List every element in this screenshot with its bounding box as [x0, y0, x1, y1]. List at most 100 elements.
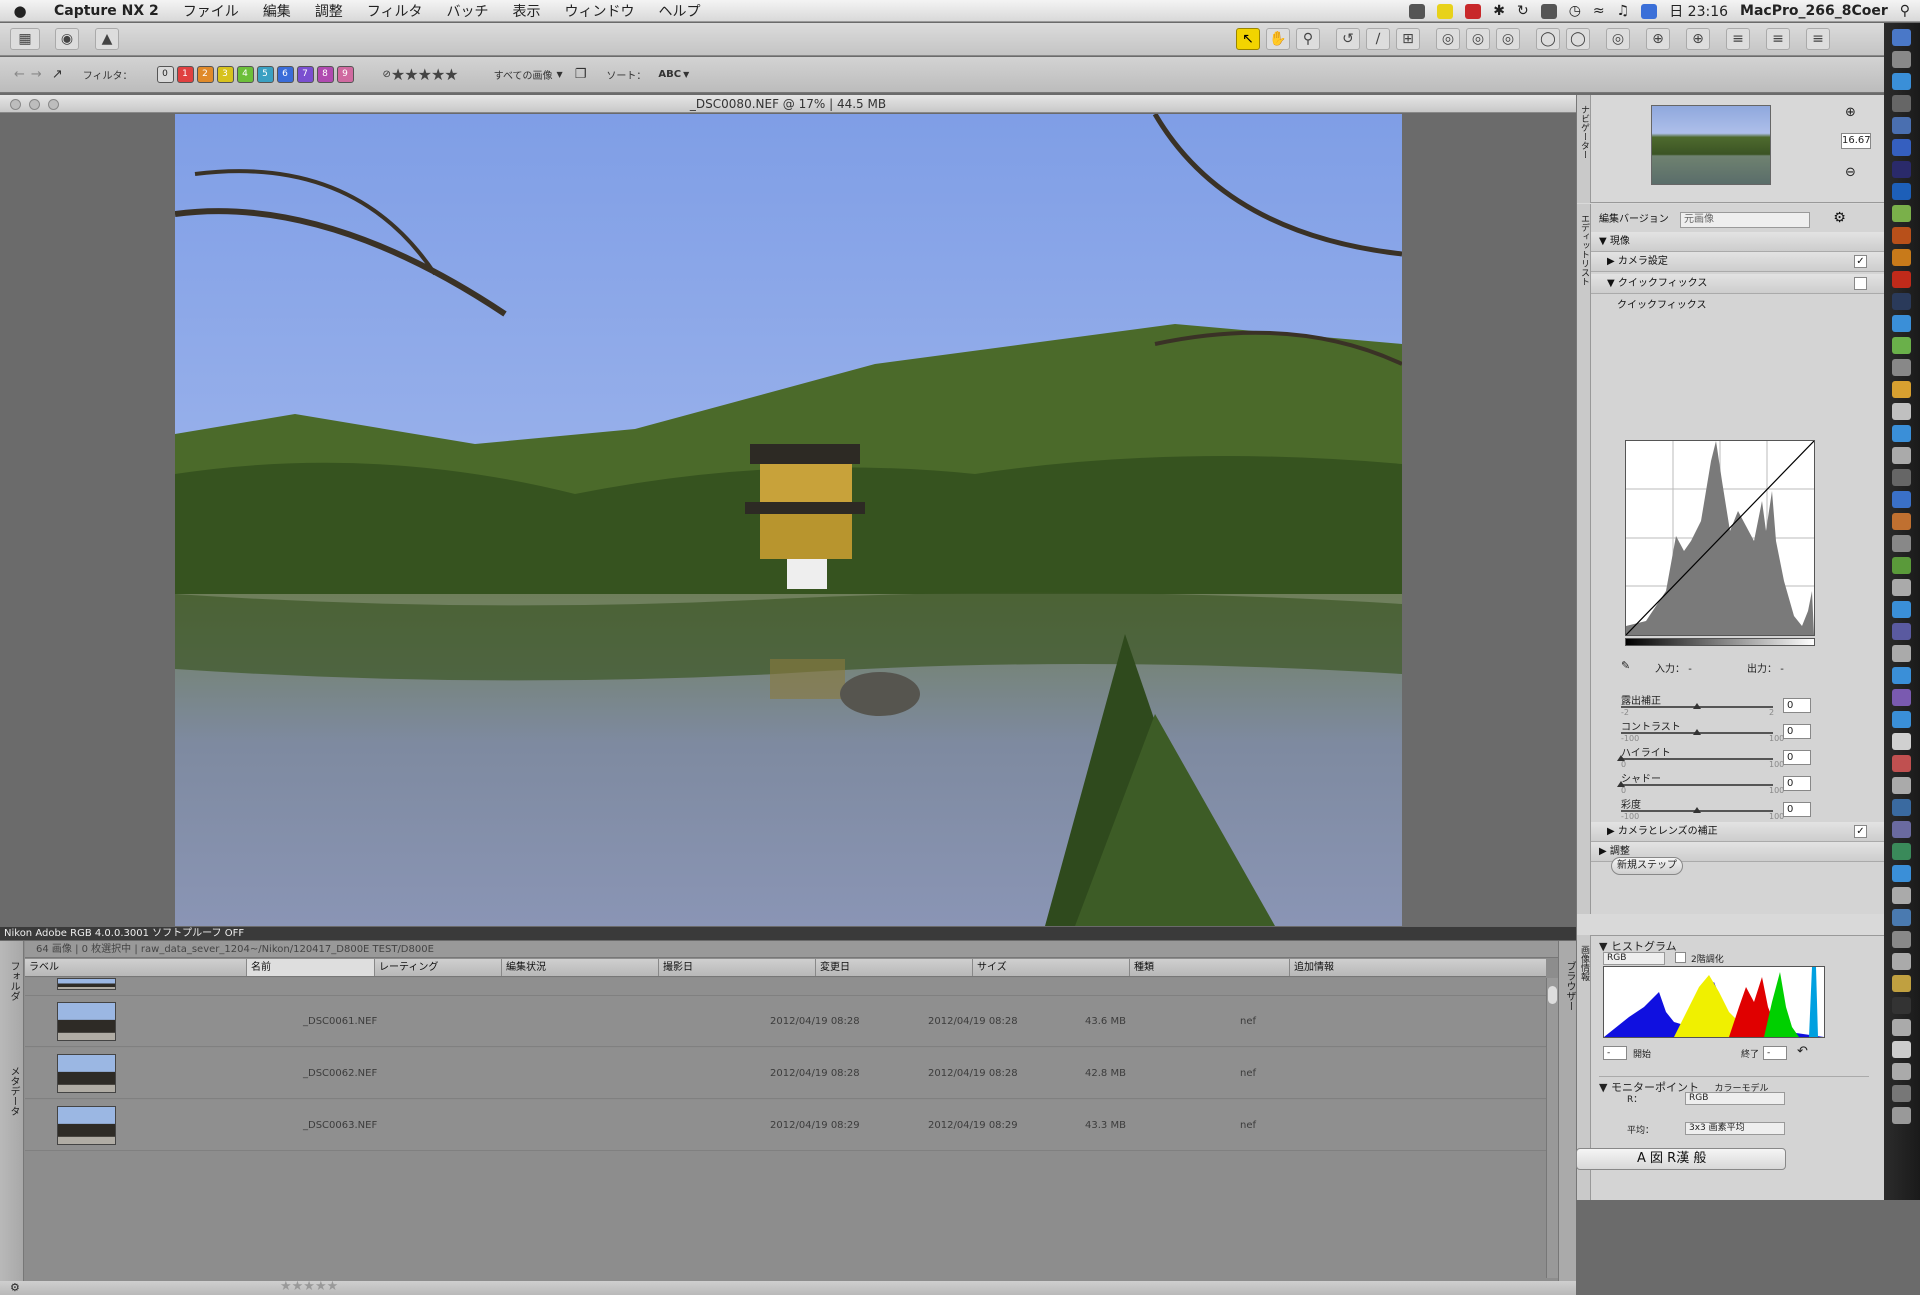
dock-app-icon[interactable]: [1892, 865, 1911, 882]
dock-app-icon[interactable]: [1892, 95, 1911, 112]
camera-settings-checkbox[interactable]: ✓: [1854, 255, 1867, 268]
dock-app-icon[interactable]: [1892, 139, 1911, 156]
dock-app-icon[interactable]: [1892, 271, 1911, 288]
dock-app-icon[interactable]: [1892, 799, 1911, 816]
zoom-field[interactable]: 16.67: [1841, 133, 1871, 149]
row-thumbnail[interactable]: [57, 1054, 116, 1093]
open-icon[interactable]: ↗: [52, 67, 63, 82]
brightness-tool-icon[interactable]: ≡: [1806, 28, 1830, 50]
metadata-tab[interactable]: メタデータ: [6, 1066, 21, 1116]
dock-app-icon[interactable]: [1892, 491, 1911, 508]
dock-app-icon[interactable]: [1892, 733, 1911, 750]
histogram-channel-select[interactable]: RGB: [1603, 952, 1665, 965]
section-camera-lens[interactable]: ▶ カメラとレンズの補正 ✓: [1591, 822, 1885, 842]
output-gradient[interactable]: [1625, 638, 1815, 646]
dock-app-icon[interactable]: [1892, 1085, 1911, 1102]
dock-app-icon[interactable]: [1892, 1063, 1911, 1080]
dock-app-icon[interactable]: [1892, 1041, 1911, 1058]
clock-icon[interactable]: ◷: [1569, 3, 1581, 19]
no-rating-icon[interactable]: ⊘: [383, 69, 391, 80]
table-row[interactable]: _DSC0061.NEF 2012/04/19 08:28 2012/04/19…: [25, 996, 1546, 1047]
dock-app-icon[interactable]: [1892, 579, 1911, 596]
camera-lens-checkbox[interactable]: ✓: [1854, 825, 1867, 838]
lasso-tool-icon[interactable]: ◯: [1566, 28, 1590, 50]
dock-app-icon[interactable]: [1892, 161, 1911, 178]
table-row[interactable]: _DSC0063.NEF 2012/04/19 08:29 2012/04/19…: [25, 1100, 1546, 1151]
label-filter-0[interactable]: 0: [156, 66, 174, 83]
end-field[interactable]: -: [1763, 1046, 1787, 1060]
color-model-select[interactable]: RGB: [1685, 1092, 1785, 1105]
dock-app-icon[interactable]: [1892, 755, 1911, 772]
dock-app-icon[interactable]: [1892, 337, 1911, 354]
dock-app-icon[interactable]: [1892, 909, 1911, 926]
posterize-checkbox[interactable]: [1675, 952, 1686, 963]
slider-value-field[interactable]: 0: [1783, 750, 1811, 765]
navigator-thumbnail[interactable]: [1651, 105, 1771, 185]
menu-view[interactable]: 表示: [501, 1, 553, 21]
section-quick-fix[interactable]: ▼ クイックフィックス: [1591, 274, 1885, 294]
start-field[interactable]: -: [1603, 1046, 1627, 1060]
eyedropper-icon[interactable]: ✎: [1621, 659, 1630, 672]
dock-app-icon[interactable]: [1892, 447, 1911, 464]
dock-app-icon[interactable]: [1892, 249, 1911, 266]
slider-value-field[interactable]: 0: [1783, 776, 1811, 791]
slider-track[interactable]: [1621, 758, 1773, 760]
table-row[interactable]: _DSC0062.NEF 2012/04/19 08:28 2012/04/19…: [25, 1048, 1546, 1099]
dock-app-icon[interactable]: [1892, 513, 1911, 530]
menu-help[interactable]: ヘルプ: [647, 1, 713, 21]
dock-app-icon[interactable]: [1892, 29, 1911, 46]
color-point-icon[interactable]: ◎: [1496, 28, 1520, 50]
dock-app-icon[interactable]: [1892, 997, 1911, 1014]
dock-app-icon[interactable]: [1892, 381, 1911, 398]
zoom-tool-icon[interactable]: ⚲: [1296, 28, 1320, 50]
chevron-down-icon[interactable]: ▼: [557, 70, 563, 79]
sort-select[interactable]: ABC: [658, 69, 681, 80]
dock-app-icon[interactable]: [1892, 117, 1911, 134]
input-method-icon[interactable]: [1641, 3, 1658, 19]
browser-tab[interactable]: ブラウザー: [1562, 961, 1577, 1011]
row-thumbnail[interactable]: [57, 1002, 116, 1041]
section-develop[interactable]: ▼ 現像: [1591, 232, 1885, 252]
column-modified-date[interactable]: 変更日: [816, 959, 973, 976]
forward-arrow-icon[interactable]: →: [31, 67, 42, 82]
dock-app-icon[interactable]: [1892, 975, 1911, 992]
label-filter-3[interactable]: 3: [216, 66, 234, 83]
zoom-out-icon[interactable]: ⊖: [1845, 165, 1856, 180]
settings-gear-icon[interactable]: ⚙: [1833, 210, 1846, 226]
row-thumbnail[interactable]: [57, 978, 116, 990]
hand-tool-icon[interactable]: ✋: [1266, 28, 1290, 50]
sync-icon[interactable]: [1409, 3, 1426, 19]
menu-window[interactable]: ウィンドウ: [553, 1, 647, 21]
dock-app-icon[interactable]: [1892, 293, 1911, 310]
image-info-tab[interactable]: 画像情報: [1578, 945, 1591, 981]
user-name[interactable]: MacPro_266_8Coer: [1740, 3, 1888, 19]
dock-app-icon[interactable]: [1892, 51, 1911, 68]
control-point-icon[interactable]: ⊕: [1646, 28, 1670, 50]
reset-icon[interactable]: ↶: [1797, 1044, 1808, 1059]
browser-toggle-icon[interactable]: ▦: [10, 28, 40, 50]
bluetooth-icon[interactable]: ✱: [1493, 3, 1505, 19]
app-status-icon[interactable]: [1465, 3, 1482, 19]
bottom-rating-stars[interactable]: ★★★★★: [280, 1279, 338, 1294]
menu-edit[interactable]: 編集: [251, 1, 303, 21]
zoom-in-icon[interactable]: ⊕: [1845, 105, 1856, 120]
menu-filter[interactable]: フィルタ: [355, 1, 435, 21]
column-label[interactable]: ラベル: [25, 959, 247, 976]
dock-app-icon[interactable]: [1892, 205, 1911, 222]
menu-adjust[interactable]: 調整: [303, 1, 355, 21]
dock-app-icon[interactable]: [1892, 843, 1911, 860]
dock-app-icon[interactable]: [1892, 557, 1911, 574]
app-menu[interactable]: Capture NX 2: [40, 3, 171, 19]
column-extra-info[interactable]: 追加情報: [1290, 959, 1546, 976]
slider-knob[interactable]: [1693, 703, 1701, 709]
rotate-tool-icon[interactable]: ↺: [1336, 28, 1360, 50]
slider-value-field[interactable]: 0: [1783, 698, 1811, 713]
back-arrow-icon[interactable]: ←: [14, 67, 25, 82]
layer-tool-icon[interactable]: ≡: [1766, 28, 1790, 50]
dock-app-icon[interactable]: [1892, 689, 1911, 706]
levels-curve[interactable]: [1625, 440, 1815, 636]
slider-value-field[interactable]: 0: [1783, 802, 1811, 817]
dock-app-icon[interactable]: [1892, 821, 1911, 838]
dock-app-icon[interactable]: [1892, 777, 1911, 794]
dock-app-icon[interactable]: [1892, 183, 1911, 200]
